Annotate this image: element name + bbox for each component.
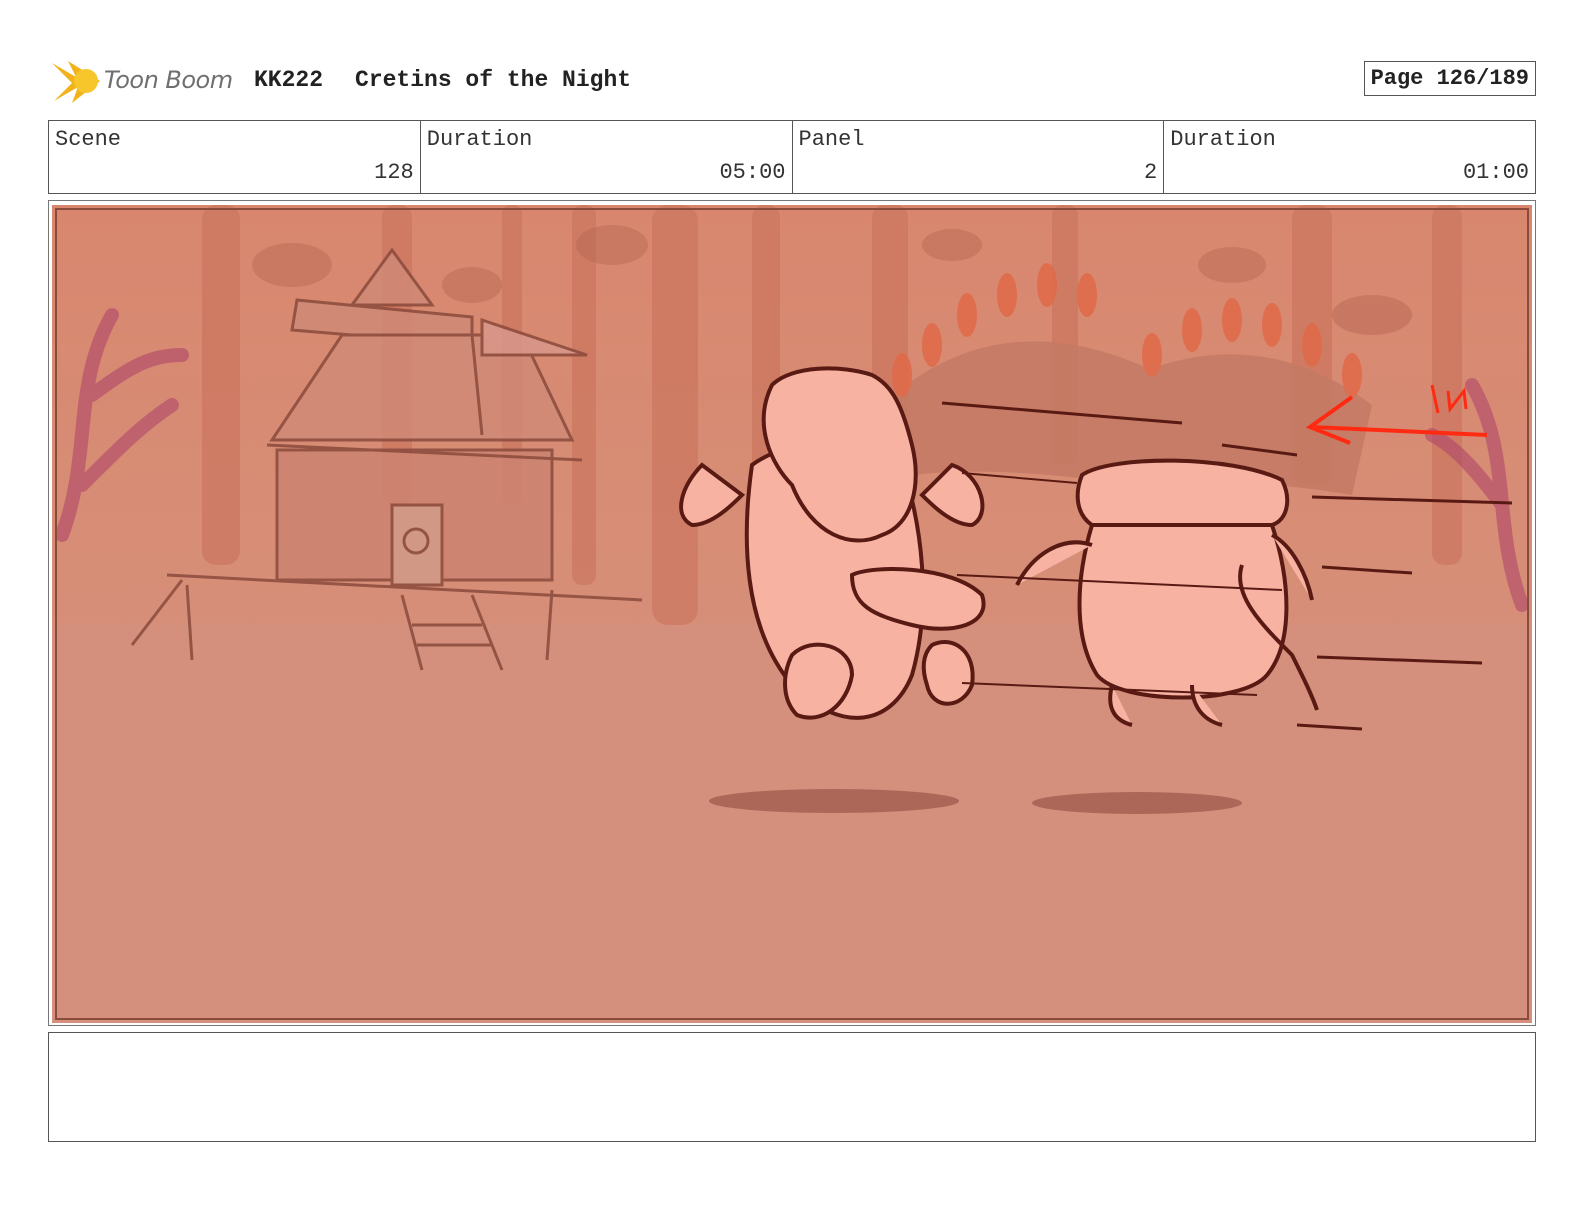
panel-value: 2 (1144, 160, 1158, 185)
scene-value: 128 (374, 160, 414, 185)
panel-label: Panel (798, 127, 865, 152)
starburst-icon (52, 61, 100, 103)
panel-duration-cell: Duration 01:00 (1164, 121, 1535, 193)
production-code: KK222 (254, 67, 324, 93)
scene-info-table: Scene 128 Duration 05:00 Panel 2 Duratio… (48, 120, 1536, 194)
notes-box[interactable] (48, 1032, 1536, 1142)
page-number: Page 126/189 (1363, 61, 1536, 96)
toon-boom-logo: Toon Boom (50, 55, 240, 107)
scene-cell: Scene 128 (49, 121, 421, 193)
storyboard-title: KK222 Cretins of the Night (254, 67, 631, 93)
scene-duration-label: Duration (426, 127, 533, 152)
panel-duration-value: 01:00 (1462, 160, 1529, 185)
panel-duration-label: Duration (1170, 127, 1276, 152)
page-header: Toon Boom KK222 Cretins of the Night Page… (50, 55, 1536, 107)
scene-label: Scene (55, 127, 122, 152)
scene-duration-value: 05:00 (719, 160, 786, 185)
logo-text: Toon Boom (104, 66, 233, 94)
episode-title: Cretins of the Night (355, 67, 632, 93)
storyboard-panel: IN (48, 200, 1536, 1026)
panel-cell: Panel 2 (793, 121, 1165, 193)
scene-duration-cell: Duration 05:00 (421, 121, 793, 193)
panel-artwork: IN (52, 205, 1532, 1023)
